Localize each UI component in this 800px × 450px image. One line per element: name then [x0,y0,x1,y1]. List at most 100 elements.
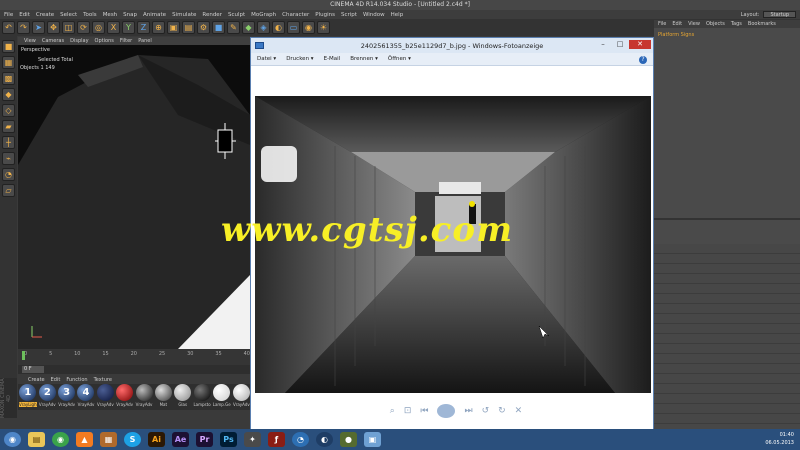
after-effects-icon[interactable]: Ae [172,432,189,447]
close-button[interactable]: ✕ [629,40,651,49]
sculpt-icon[interactable]: ◔ [2,168,15,181]
mat-menu-texture[interactable]: Texture [94,377,112,383]
timeline[interactable]: 0 5 10 15 20 25 30 35 40 [18,349,250,365]
deformer-icon[interactable]: ◐ [272,21,285,34]
viewer-titlebar[interactable]: 2402561355_b25e1129d7_b.jpg - Windows-Fo… [251,38,653,53]
system-tray-clock[interactable]: 01:40 06.05.2013 [765,431,794,447]
previous-icon[interactable]: ⏮ [420,406,428,416]
menu-tools[interactable]: Tools [83,12,97,18]
menu-help[interactable]: Help [391,12,404,18]
axis-mode-icon[interactable]: ┼ [2,136,15,149]
light-icon[interactable]: ☀ [317,21,330,34]
material-swatch[interactable]: 3 VrayAdv [58,384,76,410]
vp-menu-filter[interactable]: Filter [120,38,132,44]
move-icon[interactable]: ✥ [47,21,60,34]
flash-icon[interactable]: ƒ [268,432,285,447]
playhead[interactable] [22,351,25,360]
workplane-icon[interactable]: ▱ [2,184,15,197]
redo-icon[interactable]: ↷ [17,21,30,34]
menu-mesh[interactable]: Mesh [103,12,117,18]
om-menu-objects[interactable]: Objects [706,21,725,27]
select-arrow-icon[interactable]: ➤ [32,21,45,34]
render-settings-icon[interactable]: ⚙ [197,21,210,34]
game-icon[interactable]: ● [340,432,357,447]
menu-render[interactable]: Render [202,12,222,18]
vp-menu-panel[interactable]: Panel [138,38,152,44]
vlc-icon[interactable]: ▲ [76,432,93,447]
menu-drucken[interactable]: Drucken ▾ [286,56,313,62]
maximize-button[interactable]: □ [612,40,628,49]
rotate-left-icon[interactable]: ↺ [482,406,490,416]
om-menu-tags[interactable]: Tags [731,21,742,27]
vp-menu-options[interactable]: Options [95,38,114,44]
material-swatch[interactable]: Lampsto [193,384,211,410]
photo-app-icon[interactable]: ▦ [100,432,117,447]
photoshop-icon[interactable]: Ps [220,432,237,447]
zoom-icon[interactable]: ⌕ [390,406,395,416]
minimize-button[interactable]: – [595,40,611,49]
menu-email[interactable]: E-Mail [324,56,341,62]
z-axis-icon[interactable]: Z [137,21,150,34]
menu-plugins[interactable]: Plugins [315,12,335,18]
actual-size-icon[interactable]: ⊡ [404,406,412,416]
next-icon[interactable]: ⏭ [464,406,472,416]
menu-oeffnen[interactable]: Öffnen ▾ [388,56,411,62]
recent-tool-icon[interactable]: ◎ [92,21,105,34]
snap-icon[interactable]: ⌁ [2,152,15,165]
photo-viewer-task-icon[interactable]: ▣ [364,432,381,447]
menu-brennen[interactable]: Brennen ▾ [350,56,378,62]
perspective-viewport[interactable]: Perspective Selected Total Objects 1 149 [18,45,250,349]
material-swatch[interactable]: 2 VrayAdv [38,384,56,410]
rotate-icon[interactable]: ⟳ [77,21,90,34]
model-mode-icon[interactable]: ■ [2,40,15,53]
skype-icon[interactable]: S [124,432,141,447]
material-swatch[interactable]: VrayAdv [116,384,134,410]
x-axis-icon[interactable]: X [107,21,120,34]
edges-mode-icon[interactable]: ◇ [2,104,15,117]
array-icon[interactable]: ◈ [257,21,270,34]
render-picture-icon[interactable]: ▤ [182,21,195,34]
menu-create[interactable]: Create [36,12,54,18]
pen-icon[interactable]: ✎ [227,21,240,34]
menu-datei[interactable]: Datei ▾ [257,56,276,62]
menu-select[interactable]: Select [60,12,77,18]
cube-icon[interactable]: ■ [212,21,225,34]
om-menu-edit[interactable]: Edit [672,21,682,27]
material-swatch[interactable]: 4 VrayAdv [77,384,95,410]
vp-menu-display[interactable]: Display [70,38,88,44]
menu-simulate[interactable]: Simulate [172,12,196,18]
checker-icon[interactable]: ▩ [2,72,15,85]
vp-menu-cameras[interactable]: Cameras [42,38,64,44]
menu-sculpt[interactable]: Sculpt [228,12,245,18]
y-axis-icon[interactable]: Y [122,21,135,34]
material-swatch[interactable]: 1 VrayLigh [19,384,37,410]
menu-file[interactable]: File [4,12,13,18]
material-swatch[interactable]: Lamp.Ge [213,384,231,410]
menu-character[interactable]: Character [282,12,309,18]
scale-icon[interactable]: ◫ [62,21,75,34]
floor-icon[interactable]: ▭ [287,21,300,34]
mat-menu-function[interactable]: Function [66,377,87,383]
material-swatch[interactable]: VrayAdv [232,384,250,410]
misc-app-icon[interactable]: ✦ [244,432,261,447]
cinema4d-icon[interactable]: ◐ [316,432,333,447]
media-player-icon[interactable]: ◔ [292,432,309,447]
slideshow-icon[interactable] [437,404,456,418]
om-menu-bookmarks[interactable]: Bookmarks [748,21,776,27]
camera-icon[interactable]: ◉ [302,21,315,34]
delete-icon[interactable]: ✕ [515,406,523,416]
chrome-icon[interactable]: ◉ [52,432,69,447]
points-mode-icon[interactable]: ◆ [2,88,15,101]
illustrator-icon[interactable]: Ai [148,432,165,447]
menu-snap[interactable]: Snap [123,12,137,18]
premiere-icon[interactable]: Pr [196,432,213,447]
polygons-mode-icon[interactable]: ▰ [2,120,15,133]
help-icon[interactable]: ? [639,56,647,64]
vp-menu-view[interactable]: View [24,38,36,44]
mat-menu-create[interactable]: Create [28,377,45,383]
om-menu-view[interactable]: View [688,21,700,27]
material-swatch[interactable]: Mat [154,384,172,410]
material-swatch[interactable]: VrayAdv [96,384,114,410]
render-view-icon[interactable]: ▣ [167,21,180,34]
menu-edit[interactable]: Edit [19,12,30,18]
